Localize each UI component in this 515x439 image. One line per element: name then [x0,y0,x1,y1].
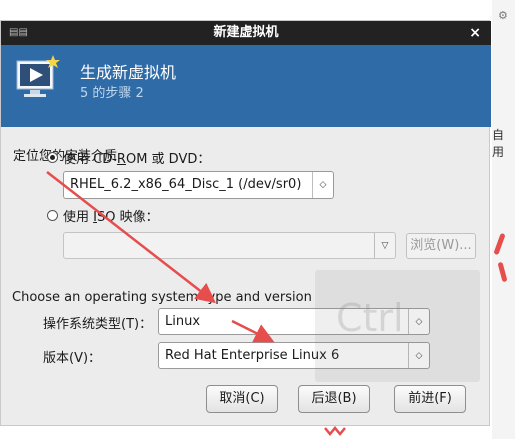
window-menu-icon[interactable]: ▤▤ [9,21,28,45]
background-gear-icon: ⚙ [498,9,508,22]
close-icon[interactable]: × [469,21,481,45]
cdrom-device-select[interactable]: RHEL_6.2_x86_64_Disc_1 (/dev/sr0) ◇ [63,171,334,199]
iso-radio-label[interactable]: 使用 ISO 映像： [63,206,159,225]
os-version-value: Red Hat Enterprise Linux 6 [165,348,340,363]
os-version-label: 版本(V)： [43,351,102,366]
browse-button[interactable]: 浏览(W)... [406,233,476,259]
forward-button[interactable]: 前进(F) [394,385,466,413]
window-title: 新建虚拟机 [213,25,279,40]
monitor-icon [16,55,60,97]
cdrom-radio[interactable] [47,152,58,163]
cdrom-device-value: RHEL_6.2_x86_64_Disc_1 (/dev/sr0) [70,177,302,192]
title-bar: ▤▤ 新建虚拟机 × [1,21,491,45]
chevron-down-icon: ▽ [374,233,395,258]
step-indicator: 5 的步骤 2 [80,86,144,101]
banner-title: 生成新虚拟机 [80,63,177,82]
os-section-heading: Choose an operating system type and vers… [12,290,312,305]
back-button[interactable]: 后退(B) [298,385,370,413]
background-peek-text: 自用 [492,128,505,159]
cancel-button[interactable]: 取消(C) [206,385,278,413]
background-window-edge [492,0,515,439]
iso-path-combo[interactable]: ▽ [63,232,396,259]
watermark-text: Ctrl [336,296,404,340]
annotation-scribble [324,426,346,436]
chevron-updown-icon: ◇ [312,172,333,198]
wizard-banner: 生成新虚拟机 5 的步骤 2 [1,45,491,127]
cdrom-radio-label[interactable]: 使用 CD-ROM 或 DVD： [63,148,210,167]
iso-radio[interactable] [47,210,58,221]
os-type-label: 操作系统类型(T)： [43,317,153,332]
os-type-value: Linux [165,314,201,329]
